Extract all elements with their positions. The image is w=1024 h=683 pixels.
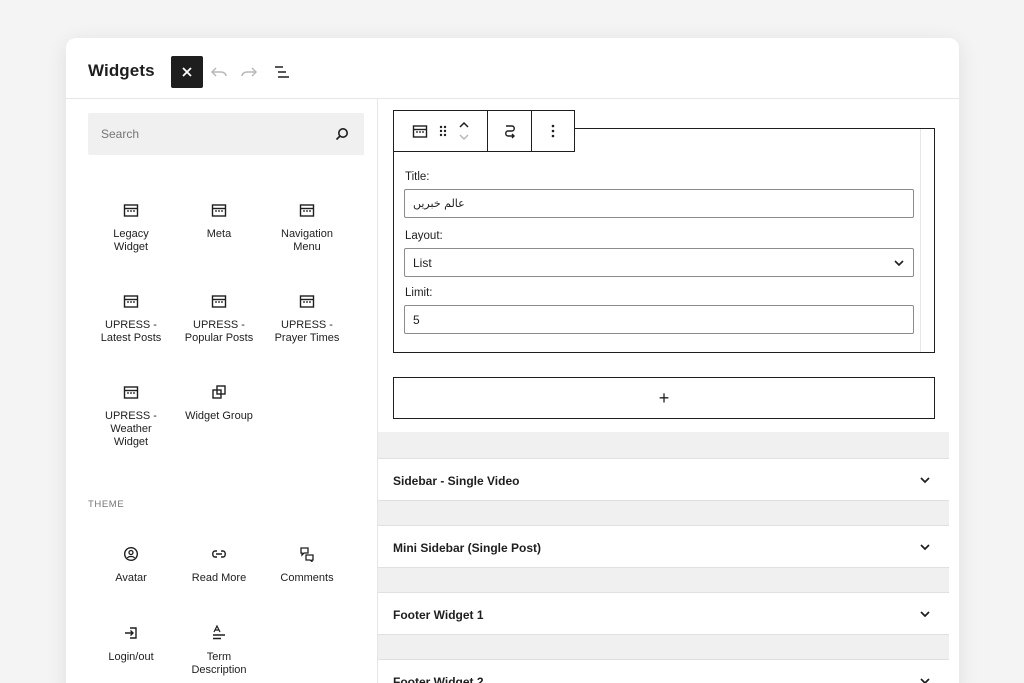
block-item-meta[interactable]: Meta	[175, 198, 263, 241]
title-field[interactable]: عالم خبریں	[404, 189, 914, 218]
block-label: Widget Group	[185, 410, 253, 422]
widget-area-panel[interactable]: Footer Widget 1	[378, 592, 949, 635]
block-label: Navigation Menu	[281, 228, 333, 253]
redo-button[interactable]	[238, 61, 260, 83]
chevron-down-icon	[920, 678, 930, 683]
widget-area-title: Footer Widget 2	[393, 675, 484, 683]
redo-icon	[241, 67, 258, 77]
move-up-down-icon[interactable]	[458, 120, 470, 142]
block-item-comments[interactable]: Comments	[263, 542, 351, 585]
calendar-icon	[119, 289, 143, 313]
widget-area-panel[interactable]: Sidebar - Single Video	[378, 458, 949, 501]
block-item-upress-latest-posts[interactable]: UPRESS - Latest Posts	[87, 289, 175, 345]
widget-area-panel[interactable]: Mini Sidebar (Single Post)	[378, 525, 949, 568]
add-block-button[interactable]: +	[393, 377, 935, 419]
calendar-icon	[295, 198, 319, 222]
calendar-icon[interactable]	[412, 123, 428, 139]
layout-select[interactable]: List	[404, 248, 914, 277]
layout-select-value: List	[413, 256, 432, 270]
widget-areas-panel: Title: عالم خبریں Layout: List Limit: 5	[378, 99, 949, 683]
close-inserter-button[interactable]	[171, 56, 203, 88]
widget-area-title: Sidebar - Single Video	[393, 474, 520, 488]
block-label: Meta	[206, 228, 232, 240]
block-item-legacy-widget[interactable]: Legacy Widget	[87, 198, 175, 254]
block-label: Avatar	[115, 572, 147, 584]
legacy-widget-block[interactable]: Title: عالم خبریں Layout: List Limit: 5	[393, 128, 935, 353]
transform-icon	[504, 125, 515, 139]
login-icon	[119, 621, 143, 645]
block-item-upress-weather-widget[interactable]: UPRESS - Weather Widget	[87, 380, 175, 449]
theme-section-label: THEME	[88, 499, 125, 510]
chevron-down-icon	[920, 611, 930, 618]
undo-icon	[210, 67, 227, 77]
block-label: Legacy Widget	[113, 228, 149, 253]
undo-button[interactable]	[208, 61, 230, 83]
more-vertical-icon	[551, 124, 555, 138]
calendar-icon	[207, 289, 231, 313]
avatar-icon	[119, 542, 143, 566]
transform-button[interactable]	[488, 111, 532, 151]
more-options-button[interactable]	[532, 111, 574, 151]
drag-handle-icon[interactable]	[438, 124, 448, 138]
calendar-icon	[119, 380, 143, 404]
calendar-icon	[207, 198, 231, 222]
search-placeholder: Search	[101, 127, 140, 141]
widget-area-panel[interactable]: Footer Widget 2	[378, 659, 949, 683]
widgets-editor-window: Widgets Search Legacy Widget Meta Navigati…	[66, 38, 959, 683]
calendar-icon	[295, 289, 319, 313]
search-icon	[335, 128, 348, 141]
chevron-down-icon	[894, 260, 904, 267]
block-label: UPRESS - Prayer Times	[274, 319, 340, 344]
block-item-navigation-menu[interactable]: Navigation Menu	[263, 198, 351, 254]
block-label: Login/out	[108, 651, 154, 663]
block-label: Read More	[191, 572, 247, 584]
comments-icon	[295, 542, 319, 566]
block-label: UPRESS - Latest Posts	[100, 319, 162, 344]
term-description-icon	[207, 621, 231, 645]
page-title: Widgets	[88, 61, 155, 80]
block-label: UPRESS - Weather Widget	[105, 410, 157, 448]
block-item-term-description[interactable]: Term Description	[175, 621, 263, 677]
widget-area-title: Mini Sidebar (Single Post)	[393, 541, 542, 555]
limit-label: Limit:	[405, 287, 433, 299]
list-view-button[interactable]	[271, 61, 293, 83]
group-icon	[207, 380, 231, 404]
limit-field[interactable]: 5	[404, 305, 914, 334]
block-item-login-out[interactable]: Login/out	[87, 621, 175, 664]
block-inserter-panel: Search Legacy Widget Meta Navigation Menu U…	[76, 99, 376, 683]
block-label: Term Description	[191, 651, 247, 676]
block-toolbar	[393, 110, 575, 152]
block-label: UPRESS - Popular Posts	[184, 319, 254, 344]
editor-header: Widgets	[66, 38, 959, 99]
block-item-read-more[interactable]: Read More	[175, 542, 263, 585]
block-item-upress-prayer-times[interactable]: UPRESS - Prayer Times	[263, 289, 351, 345]
close-icon	[182, 67, 192, 77]
list-view-icon	[275, 66, 289, 78]
widget-area-title: Footer Widget 1	[393, 608, 484, 622]
layout-label: Layout:	[405, 230, 443, 242]
link-icon	[207, 542, 231, 566]
title-label: Title:	[405, 171, 430, 183]
block-item-upress-popular-posts[interactable]: UPRESS - Popular Posts	[175, 289, 263, 345]
chevron-down-icon	[920, 544, 930, 551]
search-input[interactable]: Search	[88, 113, 364, 155]
calendar-icon	[119, 198, 143, 222]
chevron-down-icon	[920, 477, 930, 484]
block-item-widget-group[interactable]: Widget Group	[175, 380, 263, 423]
block-item-avatar[interactable]: Avatar	[87, 542, 175, 585]
block-label: Comments	[280, 572, 334, 584]
